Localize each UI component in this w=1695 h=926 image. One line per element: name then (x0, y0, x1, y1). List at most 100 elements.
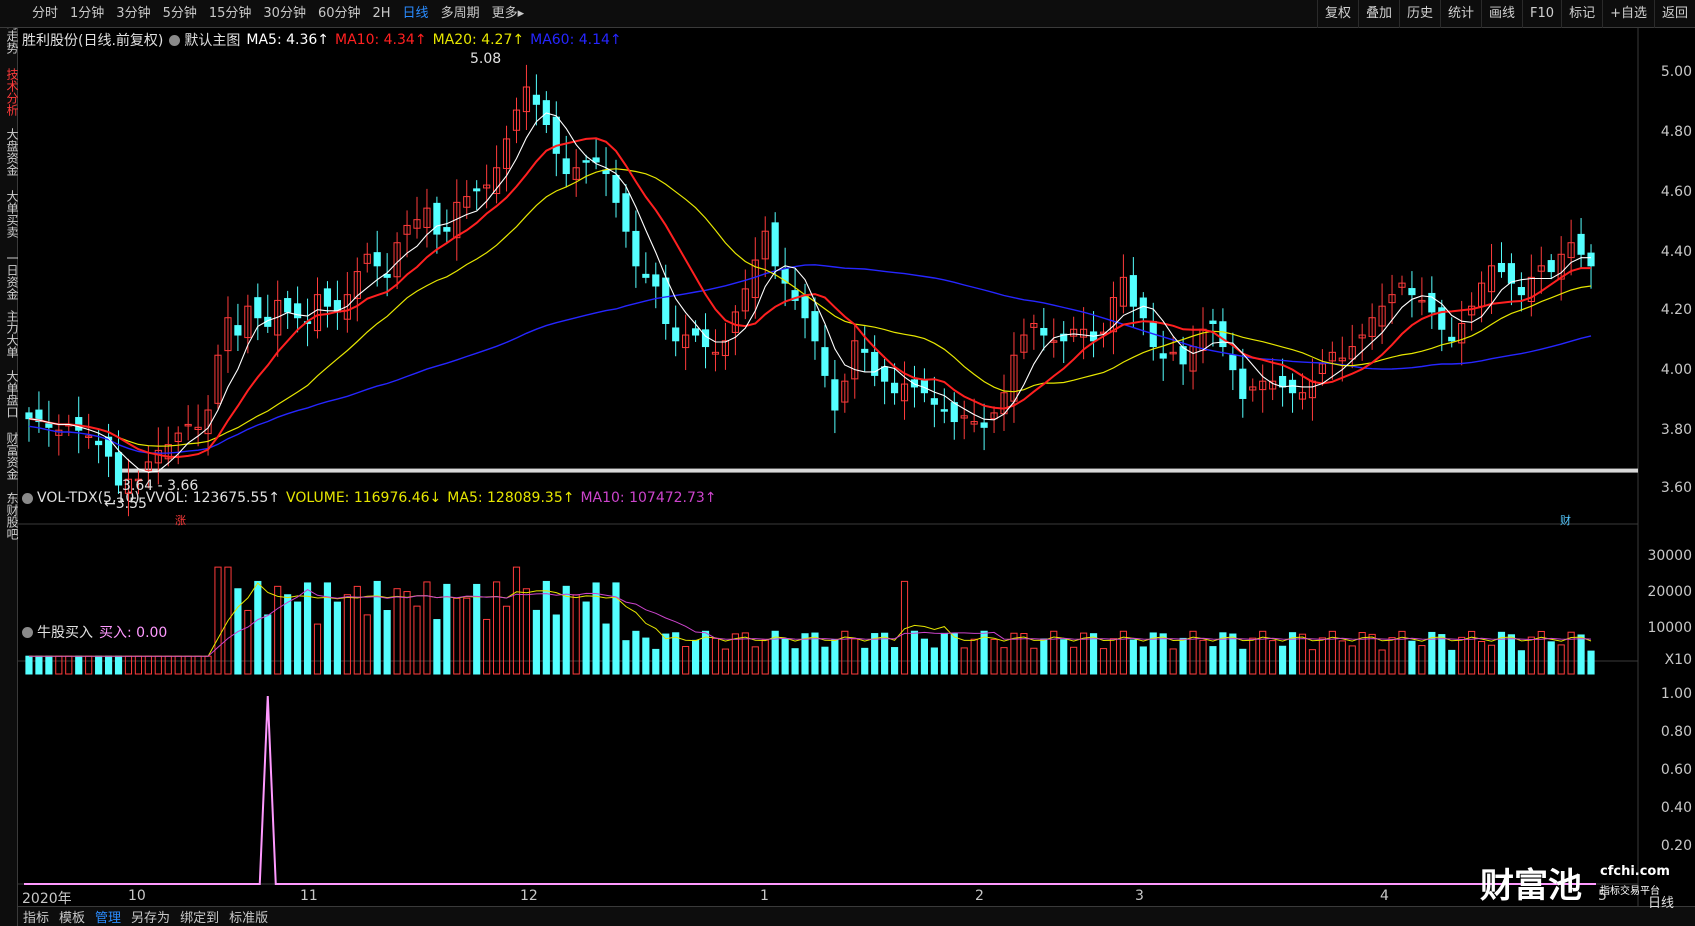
volume-bar-down (1438, 634, 1446, 675)
volume-bar-down (950, 632, 958, 675)
candle-down (582, 160, 590, 163)
volume-bar-up (1368, 633, 1376, 675)
volume-bar-down (1129, 639, 1137, 675)
volume-bar-up (184, 655, 192, 675)
candle-down (373, 252, 381, 267)
volume-bar-up (134, 655, 143, 675)
volume-bar-up (403, 591, 411, 675)
candle-down (1229, 354, 1237, 371)
volume-bar-down (831, 639, 839, 675)
candle-down (532, 94, 540, 105)
range-annotation: 3.64 - 3.66 (122, 478, 199, 494)
volume-bar-up (1378, 649, 1386, 675)
candle-down (811, 311, 819, 342)
volume-bar-up (313, 623, 322, 675)
volume-bar-down (294, 601, 302, 675)
time-axis-label: 12 (520, 888, 538, 904)
volume-bar-up (990, 638, 998, 675)
volume-bar-up (1477, 641, 1486, 675)
candle-down (1507, 263, 1516, 284)
volume-bar-down (25, 655, 33, 675)
volume-bar-up (1348, 645, 1356, 675)
candle-down (1547, 260, 1555, 273)
volume-bar-down (264, 614, 272, 675)
indicator-axis-label: 0.60 (1660, 762, 1692, 778)
volume-bar-down (920, 638, 929, 675)
price-axis-label: 4.60 (1660, 184, 1692, 200)
candle-down (1239, 368, 1247, 399)
candle-down (980, 422, 988, 428)
volume-bar-up (154, 655, 162, 675)
volume-bar-up (1527, 636, 1535, 675)
volume-bar-down (433, 619, 441, 675)
volume-bar-down (1060, 639, 1068, 675)
volume-bar-down (1547, 641, 1555, 675)
volume-bar-down (1040, 638, 1048, 675)
bottom-tab[interactable]: 模板 (54, 907, 90, 926)
volume-bar-down (35, 655, 43, 675)
candle-down (473, 188, 481, 192)
volume-bar-up (1458, 636, 1466, 675)
candle-down (632, 230, 640, 267)
candle-down (940, 409, 948, 412)
candle-down (1517, 287, 1525, 296)
volume-bar-down (582, 601, 590, 675)
bottom-tab[interactable]: 指标 (18, 907, 54, 926)
stock-chart[interactable] (0, 0, 1695, 926)
volume-bar-up (1298, 633, 1307, 675)
candle-down (701, 329, 710, 348)
volume-bar-down (1507, 634, 1516, 675)
cai-badge[interactable]: 财 (1560, 512, 1571, 528)
candle-down (1040, 327, 1048, 336)
bottom-tab[interactable]: 绑定到 (175, 907, 224, 926)
volume-bar-down (443, 583, 451, 675)
volume-bar-down (1159, 633, 1167, 675)
watermark-site: cfchi.com (1600, 864, 1670, 879)
volume-bar-down (254, 580, 262, 675)
indicator-axis-label: 0.80 (1660, 724, 1692, 740)
candle-down (930, 398, 938, 405)
bottom-tab[interactable]: 另存为 (126, 907, 175, 926)
volume-bar-down (75, 655, 83, 675)
candle-down (284, 298, 292, 313)
volume-bar-down (95, 655, 103, 675)
volume-bar-down (373, 580, 381, 675)
zhang-badge[interactable]: 涨 (175, 512, 186, 528)
time-axis-label: 2020年 (22, 891, 72, 907)
candle-down (25, 412, 33, 420)
volume-bar-down (940, 632, 948, 675)
candle-down (45, 423, 53, 428)
volume-bar-down (284, 594, 292, 675)
volume-bar-up (1199, 639, 1207, 675)
right-mini-label[interactable]: 日线 (1648, 892, 1674, 911)
volume-bar-down (890, 647, 899, 675)
volume-bar-down (1517, 650, 1525, 675)
volume-bar-down (45, 655, 53, 675)
volume-bar-down (104, 655, 113, 675)
bottom-tab[interactable]: 标准版 (224, 907, 273, 926)
candle-down (861, 348, 869, 353)
vol-ma10-line (29, 589, 1592, 657)
candle-down (1279, 375, 1287, 388)
vol-ma5-line (29, 582, 1592, 657)
volume-bar-up (1487, 644, 1496, 675)
volume-bar-up (453, 597, 461, 675)
candle-down (771, 222, 779, 267)
indicator-axis-label: 0.20 (1660, 838, 1692, 854)
candle-down (622, 193, 630, 232)
candle-down (1219, 321, 1227, 348)
volume-bar-down (652, 648, 660, 675)
volume-bar-up (343, 594, 351, 675)
bottom-tab[interactable]: 管理 (90, 907, 126, 926)
volume-bar-up (512, 566, 521, 675)
volume-bar-down (910, 630, 919, 675)
volume-bar-down (930, 647, 938, 675)
volume-bar-up (214, 566, 222, 675)
candle-down (75, 417, 83, 431)
high-annotation: 5.08 (470, 51, 502, 67)
candle-down (890, 382, 899, 394)
candle-down (1577, 233, 1585, 255)
volume-bar-down (333, 601, 341, 675)
candle-down (1408, 288, 1416, 296)
candle-down (1448, 336, 1456, 342)
